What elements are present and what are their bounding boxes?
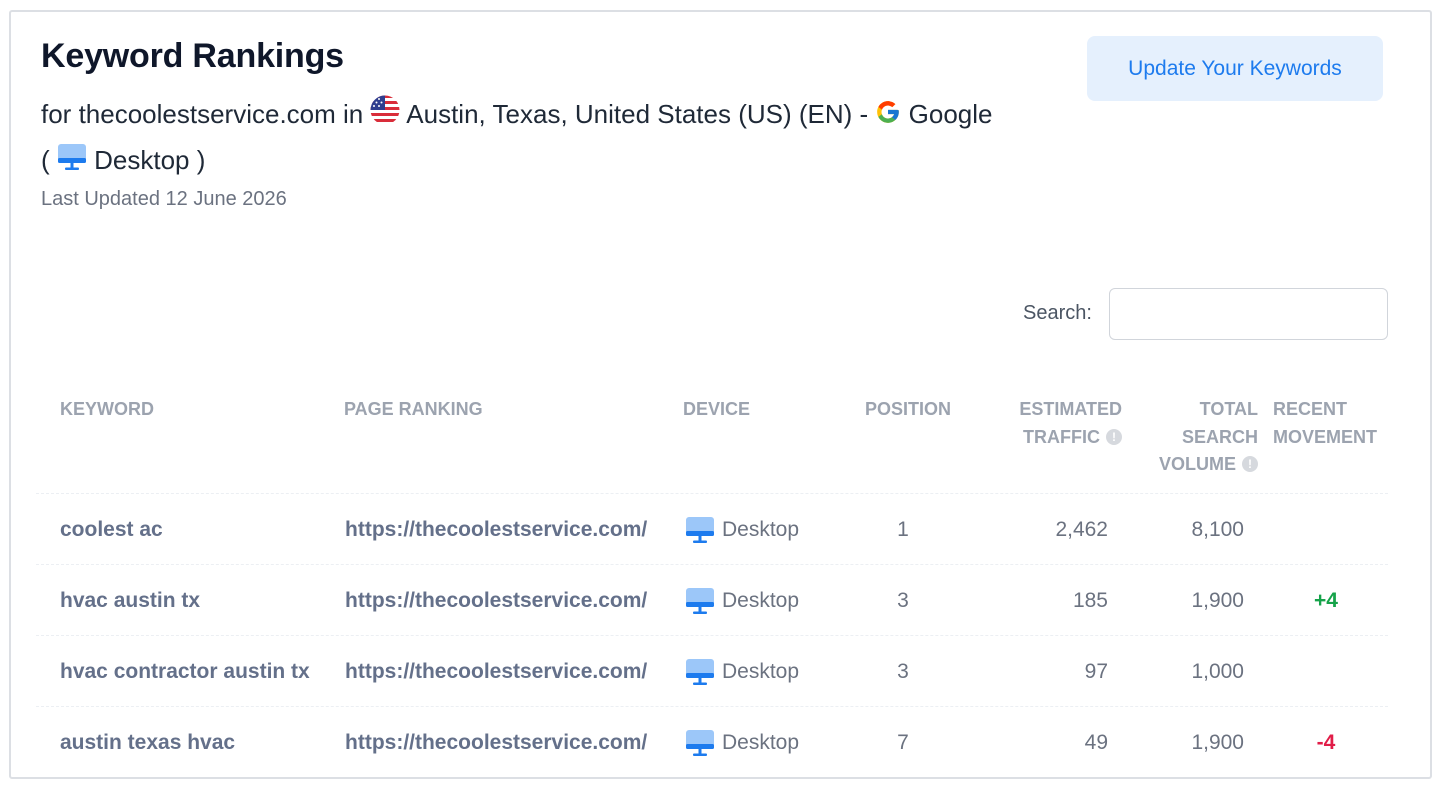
google-logo-icon [875, 94, 901, 138]
traffic-cell: 185 [1072, 588, 1108, 612]
desktop-monitor-icon [686, 587, 714, 614]
page-ranking-link[interactable]: https://thecoolestservice.com/ [345, 494, 647, 565]
device-label: Desktop [722, 659, 800, 683]
desktop-monitor-icon [57, 140, 87, 184]
movement-cell [1276, 636, 1376, 707]
traffic-cell: 97 [1084, 659, 1108, 683]
last-updated: Last Updated 12 June 2026 [41, 188, 287, 210]
column-header-keyword[interactable]: KEYWORD [60, 396, 154, 424]
position-cell: 7 [897, 730, 909, 754]
device-label: Desktop [722, 517, 800, 541]
column-header-position[interactable]: POSITION [865, 396, 951, 424]
column-header-recent-movement[interactable]: RECENT MOVEMENT [1273, 396, 1377, 451]
volume-cell: 1,000 [1191, 659, 1244, 683]
header-line: RECENT [1273, 399, 1348, 419]
position-cell: 1 [897, 517, 909, 541]
volume-cell: 1,900 [1191, 588, 1244, 612]
device-cell: Desktop [685, 565, 799, 636]
header-line: SEARCH [1181, 426, 1258, 447]
volume-cell: 8,100 [1191, 517, 1244, 541]
column-header-page-ranking[interactable]: PAGE RANKING [344, 396, 483, 424]
column-header-estimated-traffic[interactable]: ESTIMATED TRAFFIC! [990, 396, 1122, 451]
table-row: hvac austin tx https://thecoolestservice… [36, 564, 1388, 635]
search-engine-text: Google [908, 99, 993, 129]
table-row: austin texas hvac https://thecoolestserv… [36, 706, 1388, 777]
domain-text: for thecoolestservice.com in [41, 99, 364, 129]
movement-cell: -4 [1316, 730, 1336, 754]
position-cell: 3 [897, 588, 909, 612]
header-line: TOTAL [1199, 399, 1258, 419]
table-row: coolest ac https://thecoolestservice.com… [36, 493, 1388, 564]
search-input[interactable] [1109, 288, 1388, 340]
desktop-monitor-icon [686, 729, 714, 756]
device-label: Desktop [722, 588, 800, 612]
page-title: Keyword Rankings [41, 37, 344, 75]
location-text: Austin, Texas, United States (US) (EN) - [406, 99, 869, 129]
traffic-cell: 2,462 [1055, 517, 1108, 541]
position-cell: 3 [897, 659, 909, 683]
desktop-monitor-icon [686, 658, 714, 685]
search-label: Search: [1023, 302, 1092, 324]
movement-cell [1276, 494, 1376, 565]
page-ranking-link[interactable]: https://thecoolestservice.com/ [345, 565, 647, 636]
device-text: Desktop [94, 145, 190, 176]
device-cell: Desktop [685, 494, 799, 565]
keyword-cell: hvac austin tx [60, 588, 201, 612]
report-context: for thecoolestservice.com in Austin, Tex… [41, 92, 1071, 184]
device-paren-close: ) [196, 145, 206, 176]
page-ranking-link[interactable]: https://thecoolestservice.com/ [345, 707, 647, 778]
keyword-cell: austin texas hvac [60, 730, 236, 754]
traffic-cell: 49 [1084, 730, 1108, 754]
table-row: hvac contractor austin tx https://thecoo… [36, 635, 1388, 706]
info-icon[interactable]: ! [1106, 428, 1122, 445]
page-ranking-link[interactable]: https://thecoolestservice.com/ [345, 636, 647, 707]
column-header-total-search-volume[interactable]: TOTAL SEARCH VOLUME! [1130, 396, 1258, 479]
movement-cell: +4 [1314, 588, 1338, 612]
header-line: TRAFFIC [1023, 426, 1100, 447]
column-header-device[interactable]: DEVICE [683, 396, 750, 424]
keyword-cell: hvac contractor austin tx [60, 659, 310, 683]
device-cell: Desktop [685, 707, 799, 778]
keyword-cell: coolest ac [60, 517, 163, 541]
header-line: VOLUME [1158, 454, 1236, 474]
desktop-monitor-icon [686, 516, 714, 543]
header-line: ESTIMATED [1019, 399, 1122, 419]
device-label: Desktop [722, 730, 800, 754]
us-flag-icon [370, 94, 400, 138]
device-paren-open: ( [41, 145, 50, 176]
volume-cell: 1,900 [1191, 730, 1244, 754]
info-icon[interactable]: ! [1242, 456, 1258, 472]
header-line: MOVEMENT [1273, 426, 1378, 447]
update-keywords-button[interactable]: Update Your Keywords [1087, 36, 1383, 101]
device-cell: Desktop [685, 636, 799, 707]
